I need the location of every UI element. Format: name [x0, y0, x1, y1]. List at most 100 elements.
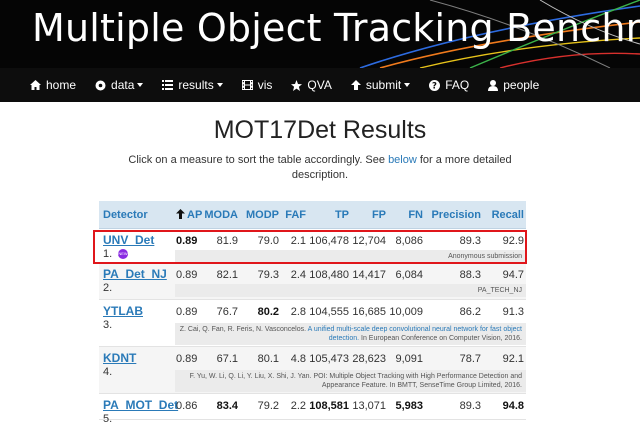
sort-arrow-up-icon [176, 209, 185, 219]
intro-text-start: Click on a measure to sort the table acc… [128, 154, 389, 166]
table-header: Detector AP MODA MODP FAF TP FP FN Preci… [99, 201, 526, 229]
table-row: KDNT 4. 0.89 67.1 80.1 4.8 105,473 28,623 9,091 7… [99, 347, 526, 394]
nav-vis[interactable]: vis [241, 78, 273, 92]
col-moda[interactable]: MODA [204, 209, 238, 221]
detector-name-link[interactable]: KDNT [103, 351, 136, 365]
table-row: PA_MOT_Det 5. 0.86 83.4 79.2 2.2 108,581 13,071… [99, 394, 526, 425]
home-icon [30, 80, 41, 90]
rank-number: 4. [103, 366, 113, 378]
cell-modp: 80.1 [257, 353, 279, 365]
star-icon [291, 79, 303, 91]
reference-text: F. Yu, W. Li, Q. Li, Y. Liu, X. Shi, J. … [189, 373, 522, 389]
cell-precision: 88.3 [459, 269, 481, 281]
detector-name-link[interactable]: YTLAB [103, 304, 143, 318]
cell-fn: 6,084 [395, 269, 423, 281]
nav-home-label: home [46, 78, 77, 92]
nav-data[interactable]: data [95, 78, 144, 92]
cell-recall: 92.1 [502, 353, 524, 365]
cell-fp: 16,685 [352, 306, 386, 318]
user-icon [488, 79, 499, 91]
nav-faq[interactable]: ? FAQ [429, 78, 469, 92]
nav-submit-label: submit [365, 78, 402, 92]
reference-note: Z. Cai, Q. Fan, R. Feris, N. Vasconcelos… [175, 323, 526, 345]
col-fp[interactable]: FP [372, 209, 386, 221]
below-link[interactable]: below [388, 154, 417, 166]
caret-down-icon [216, 83, 223, 87]
detector-name-link[interactable]: PA_MOT_Det [103, 398, 178, 412]
rank-number: 5. [103, 413, 113, 425]
cell-moda: 83.4 [216, 400, 238, 412]
col-tp[interactable]: TP [335, 209, 349, 221]
cell-ap: 0.86 [176, 400, 198, 412]
col-precision[interactable]: Precision [431, 209, 481, 221]
nav-vis-label: vis [257, 78, 273, 92]
cell-modp: 80.2 [257, 306, 279, 318]
cell-tp: 108,480 [309, 269, 349, 281]
table-row: PA_Det_NJ 2. 0.89 82.1 79.3 2.4 108,480 14,417 6… [99, 263, 526, 300]
cell-ap: 0.89 [176, 306, 198, 318]
upload-icon [350, 80, 361, 90]
cell-precision: 89.3 [459, 400, 481, 412]
list-icon [162, 80, 174, 90]
nav-people[interactable]: people [488, 78, 539, 92]
reference-text: PA_TECH_NJ [477, 287, 522, 294]
disc-icon [95, 80, 106, 90]
cell-faf: 2.2 [290, 400, 306, 412]
nav-results[interactable]: results [162, 78, 223, 92]
cell-ap: 0.89 [176, 269, 198, 281]
nav-faq-label: FAQ [445, 78, 470, 92]
cell-fp: 13,071 [352, 400, 386, 412]
cell-modp: 79.2 [257, 400, 279, 412]
site-title: Multiple Object Tracking Benchmark [32, 6, 640, 50]
reference-venue: In European Conference on Computer Visio… [359, 335, 522, 342]
table-row: YTLAB 3. 0.89 76.7 80.2 2.8 104,555 16,685 10,00… [99, 300, 526, 347]
rank-number: 3. [103, 319, 113, 331]
caret-down-icon [404, 83, 411, 87]
nav-results-label: results [178, 78, 214, 92]
film-icon [241, 80, 253, 90]
nav-qva-label: QVA [307, 78, 332, 92]
col-fn[interactable]: FN [408, 209, 423, 221]
nav-submit[interactable]: submit [350, 78, 411, 92]
cell-precision: 78.7 [459, 353, 481, 365]
cell-moda: 82.1 [216, 269, 238, 281]
reference-text: Z. Cai, Q. Fan, R. Feris, N. Vasconcelos… [179, 326, 308, 333]
cell-fp: 14,417 [352, 269, 386, 281]
cell-modp: 79.3 [257, 269, 279, 281]
rank-number: 2. [103, 282, 113, 294]
cell-precision: 86.2 [459, 306, 481, 318]
cell-fn: 9,091 [395, 353, 423, 365]
cell-tp: 104,555 [309, 306, 349, 318]
col-recall[interactable]: Recall [492, 209, 524, 221]
intro-text: Click on a measure to sort the table acc… [110, 153, 530, 183]
cell-recall: 91.3 [502, 306, 524, 318]
cell-faf: 2.4 [290, 269, 306, 281]
caret-down-icon [137, 83, 144, 87]
cell-moda: 76.7 [216, 306, 238, 318]
nav-data-label: data [111, 78, 135, 92]
cell-tp: 105,473 [309, 353, 349, 365]
col-modp[interactable]: MODP [246, 209, 279, 221]
cell-ap: 0.89 [176, 353, 198, 365]
nav-home[interactable]: home [30, 78, 76, 92]
col-ap[interactable]: AP [187, 209, 202, 221]
cell-tp: 108,581 [309, 400, 349, 412]
col-faf[interactable]: FAF [285, 209, 306, 221]
cell-fp: 28,623 [352, 353, 386, 365]
cell-recall: 94.8 [502, 400, 524, 412]
reference-note: PA_TECH_NJ [175, 284, 526, 297]
cell-recall: 94.7 [502, 269, 524, 281]
nav-people-label: people [503, 78, 540, 92]
cell-faf: 4.8 [290, 353, 306, 365]
col-detector[interactable]: Detector [103, 209, 148, 221]
cell-fn: 5,983 [395, 400, 423, 412]
page-title: MOT17Det Results [213, 116, 427, 144]
question-icon: ? [429, 79, 441, 91]
main-nav: home data results vis QVA submit ? FAQ p… [0, 68, 640, 102]
highlight-box [93, 230, 527, 264]
cell-moda: 67.1 [216, 353, 238, 365]
cell-faf: 2.8 [290, 306, 306, 318]
reference-note: F. Yu, W. Li, Q. Li, Y. Liu, X. Shi, J. … [175, 370, 526, 392]
detector-name-link[interactable]: PA_Det_NJ [103, 267, 167, 281]
nav-qva[interactable]: QVA [291, 78, 332, 92]
